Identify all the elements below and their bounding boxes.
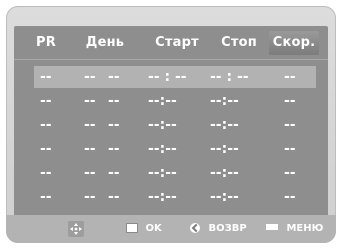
header-start: Старт bbox=[155, 35, 199, 50]
menu-icon bbox=[266, 224, 278, 230]
cell-day1: -- bbox=[84, 69, 96, 85]
header-divider bbox=[14, 59, 328, 60]
table-row[interactable]: -- -- -- --:-- --:-- -- bbox=[34, 114, 316, 136]
table-row[interactable]: -- -- -- --:-- --:-- -- bbox=[34, 186, 316, 208]
cell-day2: -- bbox=[108, 69, 120, 85]
cell-pr: -- bbox=[40, 141, 52, 157]
cell-pr: -- bbox=[40, 69, 52, 85]
ok-button[interactable]: OK bbox=[126, 221, 162, 237]
table-row[interactable]: -- -- -- --:-- --:-- -- bbox=[34, 90, 316, 112]
cell-pr: -- bbox=[40, 165, 52, 181]
cell-stop: --:-- bbox=[210, 189, 239, 205]
cell-speed: -- bbox=[284, 189, 296, 205]
dpad-icon[interactable] bbox=[68, 221, 84, 237]
header-day: День bbox=[85, 35, 125, 50]
return-button[interactable]: ВОЗВР bbox=[190, 221, 247, 237]
cell-stop: --:-- bbox=[210, 93, 239, 109]
cell-day2: -- bbox=[108, 189, 120, 205]
return-label: ВОЗВР bbox=[208, 223, 247, 234]
timer-list-screen: PR День Старт Стоп Скор. -- -- -- -- : -… bbox=[14, 26, 328, 218]
cell-start: --:-- bbox=[148, 117, 177, 133]
cell-speed: -- bbox=[284, 93, 296, 109]
cell-start: --:-- bbox=[148, 189, 177, 205]
cell-stop: --:-- bbox=[210, 141, 239, 157]
cell-day1: -- bbox=[84, 189, 96, 205]
menu-label: МЕНЮ bbox=[286, 223, 324, 234]
ok-button-icon bbox=[126, 223, 138, 233]
cell-stop: --:-- bbox=[210, 165, 239, 181]
dpad-icon-svg bbox=[68, 221, 84, 237]
cell-day2: -- bbox=[108, 165, 120, 181]
cell-pr: -- bbox=[40, 93, 52, 109]
cell-speed: -- bbox=[284, 141, 296, 157]
cell-speed: -- bbox=[284, 165, 296, 181]
cell-day2: -- bbox=[108, 117, 120, 133]
cell-pr: -- bbox=[40, 117, 52, 133]
cell-speed: -- bbox=[284, 69, 296, 85]
cell-speed: -- bbox=[284, 117, 296, 133]
table-row[interactable]: -- -- -- --:-- --:-- -- bbox=[34, 138, 316, 160]
return-icon bbox=[190, 223, 200, 233]
cell-start: --:-- bbox=[148, 141, 177, 157]
cell-stop: --:-- bbox=[210, 117, 239, 133]
header-speed[interactable]: Скор. bbox=[269, 31, 319, 55]
cell-day2: -- bbox=[108, 93, 120, 109]
table-row[interactable]: -- -- -- -- : -- -- : -- -- bbox=[34, 66, 316, 88]
timer-list-panel: PR День Старт Стоп Скор. -- -- -- -- : -… bbox=[6, 6, 336, 243]
cell-day1: -- bbox=[84, 93, 96, 109]
cell-start: -- : -- bbox=[148, 69, 187, 85]
cell-start: --:-- bbox=[148, 165, 177, 181]
header-pr: PR bbox=[36, 35, 56, 50]
timer-rows: -- -- -- -- : -- -- : -- -- -- -- -- --:… bbox=[34, 66, 316, 210]
cell-day2: -- bbox=[108, 141, 120, 157]
header-stop: Стоп bbox=[221, 35, 257, 50]
table-header: PR День Старт Стоп Скор. bbox=[14, 26, 328, 60]
cell-day1: -- bbox=[84, 117, 96, 133]
cell-pr: -- bbox=[40, 189, 52, 205]
cell-start: --:-- bbox=[148, 93, 177, 109]
footer-bar: OK ВОЗВР МЕНЮ bbox=[6, 215, 336, 243]
ok-label: OK bbox=[145, 223, 162, 234]
table-row[interactable]: -- -- -- --:-- --:-- -- bbox=[34, 162, 316, 184]
cell-day1: -- bbox=[84, 165, 96, 181]
cell-stop: -- : -- bbox=[210, 69, 249, 85]
menu-button[interactable]: МЕНЮ bbox=[266, 221, 323, 237]
cell-day1: -- bbox=[84, 141, 96, 157]
